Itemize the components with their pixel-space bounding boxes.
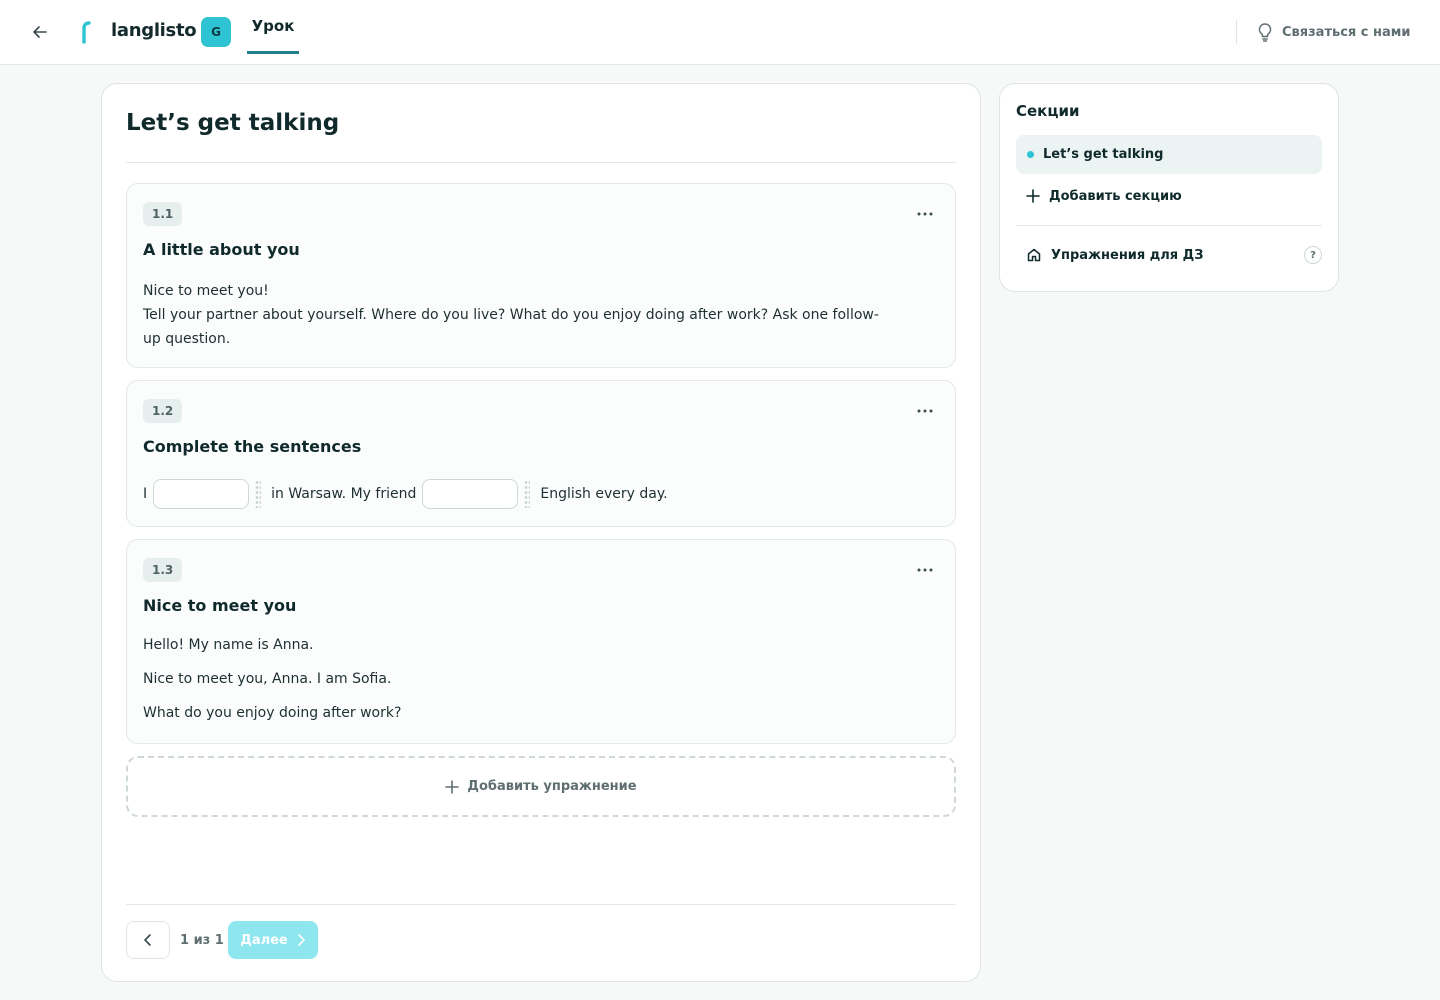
footer-divider	[126, 904, 956, 905]
exercise-menu-button[interactable]	[911, 399, 939, 423]
tab-lesson[interactable]: Урок	[247, 0, 299, 54]
help-icon[interactable]: ?	[1304, 246, 1322, 264]
sections-title: Секции	[1016, 102, 1080, 120]
sidebar-item-lets-get-talking[interactable]: Let’s get talking	[1016, 135, 1322, 174]
next-button[interactable]: Далее	[228, 921, 318, 959]
home-icon	[1027, 248, 1041, 262]
fill-in-sentence: I in Warsaw. My friend English every day…	[143, 479, 668, 509]
sentence-part: English every day.	[540, 486, 668, 502]
plus-icon	[445, 779, 460, 794]
more-horizontal-icon	[917, 409, 933, 413]
exercise-title: Complete the sentences	[143, 437, 362, 456]
homework-exercises-item[interactable]: Упражнения для ДЗ ?	[1026, 243, 1322, 267]
exercise-card[interactable]: 1.1 A little about you Nice to meet you!…	[126, 183, 956, 368]
dialog-line: Nice to meet you, Anna. I am Sofia.	[143, 671, 392, 687]
lesson-title[interactable]: Let’s get talking	[126, 110, 339, 136]
dialog-line: Hello! My name is Anna.	[143, 637, 314, 653]
lightbulb-icon	[1258, 23, 1272, 42]
plus-icon	[1026, 189, 1040, 203]
homework-label: Упражнения для ДЗ	[1051, 247, 1204, 263]
chevron-right-icon	[297, 934, 305, 946]
lesson-card: Let’s get talking 1.1 A little about you…	[101, 83, 981, 982]
exercise-text: Tell your partner about yourself. Where …	[143, 307, 879, 347]
sentence-part: in Warsaw. My friend	[271, 486, 417, 502]
header-divider	[1236, 20, 1237, 44]
exercise-number: 1.2	[143, 399, 183, 423]
exercise-card[interactable]: 1.2 Complete the sentences I in Warsaw. …	[126, 380, 956, 527]
dialog-line: What do you enjoy doing after work?	[143, 705, 402, 721]
exercise-title: Nice to meet you	[143, 596, 297, 615]
back-button[interactable]	[28, 20, 52, 44]
drag-handle[interactable]	[524, 480, 531, 508]
add-section-button[interactable]: Добавить секцию	[1026, 184, 1182, 208]
add-section-label: Добавить секцию	[1049, 188, 1182, 204]
exercise-menu-button[interactable]	[911, 202, 939, 226]
exercise-number: 1.3	[143, 558, 183, 582]
more-horizontal-icon	[917, 212, 933, 216]
gap-input-2[interactable]	[422, 479, 519, 509]
contact-label: Связаться с нами	[1282, 24, 1411, 40]
top-bar: langlisto G Урок Связаться с нами	[0, 0, 1440, 65]
contact-button[interactable]: Связаться с нами	[1256, 20, 1411, 44]
sentence-part: I	[143, 486, 148, 502]
exercise-text: Nice to meet you!	[143, 283, 269, 299]
next-label: Далее	[240, 932, 288, 948]
sidebar-divider	[1016, 225, 1322, 226]
sections-panel: Секции Let’s get talking Добавить секцию…	[999, 83, 1339, 292]
exercise-card[interactable]: 1.3 Nice to meet you Hello! My name is A…	[126, 539, 956, 744]
add-exercise-label: Добавить упражнение	[467, 779, 637, 794]
logo-icon	[82, 21, 91, 44]
exercise-number: 1.1	[143, 202, 183, 226]
workspace-badge[interactable]: G	[201, 17, 231, 47]
brand-name[interactable]: langlisto	[111, 20, 197, 41]
gap-input-1[interactable]	[153, 479, 250, 509]
active-dot	[1027, 151, 1034, 158]
previous-button[interactable]	[126, 921, 170, 959]
exercise-title: A little about you	[143, 240, 300, 259]
title-divider	[126, 162, 956, 163]
arrow-left-icon	[33, 26, 47, 38]
more-horizontal-icon	[917, 568, 933, 572]
exercise-menu-button[interactable]	[911, 558, 939, 582]
drag-handle[interactable]	[255, 480, 262, 508]
chevron-left-icon	[144, 934, 151, 946]
section-label: Let’s get talking	[1043, 147, 1164, 162]
add-exercise-button[interactable]: Добавить упражнение	[126, 756, 956, 817]
page-indicator: 1 из 1	[180, 932, 224, 948]
